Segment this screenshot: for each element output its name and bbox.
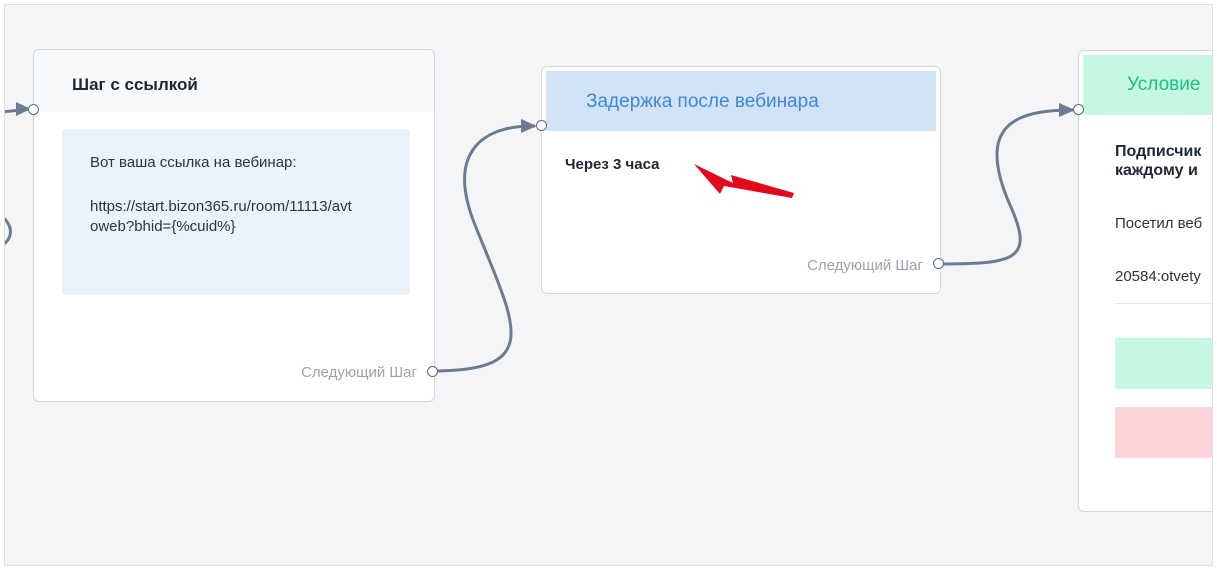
condition-heading: Подписчик каждому и <box>1115 142 1201 180</box>
condition-divider <box>1115 303 1212 304</box>
red-arrow-pointer-icon <box>694 164 794 198</box>
condition-step-input-port[interactable] <box>1073 104 1084 115</box>
delay-step-title: Задержка после вебинара <box>546 71 936 131</box>
wire-left-loop <box>5 217 12 246</box>
flow-canvas[interactable]: Шаг с ссылкой Вот ваша ссылка на вебинар… <box>4 4 1213 566</box>
message-link-part2: oweb?bhid={%cuid%} <box>90 218 236 235</box>
condition-value: 20584:otvety <box>1115 268 1201 285</box>
link-step-output-port[interactable] <box>427 366 438 377</box>
message-spacer <box>90 173 382 197</box>
delay-step-next-label: Следующий Шаг <box>807 257 923 274</box>
message-text: Вот ваша ссылка на вебинар: <box>90 154 297 171</box>
condition-description: Посетил веб <box>1115 215 1203 232</box>
wire-link-to-delay-arrowhead <box>521 119 537 133</box>
delay-step-input-port[interactable] <box>536 120 547 131</box>
link-step-message[interactable]: Вот ваша ссылка на вебинар: https://star… <box>62 129 410 295</box>
wire-link-to-delay <box>432 124 536 373</box>
link-step-title: Шаг с ссылкой <box>34 50 434 112</box>
delay-duration: Через 3 часа <box>565 156 660 173</box>
wire-delay-to-condition <box>938 108 1074 266</box>
message-link-part1: https://start.bizon365.ru/room/11113/avt <box>90 198 352 215</box>
link-step-input-port[interactable] <box>28 104 39 115</box>
link-step-node[interactable]: Шаг с ссылкой Вот ваша ссылка на вебинар… <box>33 49 435 402</box>
condition-heading-line2: каждому и <box>1115 162 1198 179</box>
condition-no-branch[interactable] <box>1115 407 1212 458</box>
delay-step-output-port[interactable] <box>933 258 944 269</box>
condition-yes-branch[interactable] <box>1115 338 1212 389</box>
condition-step-title: Условие <box>1083 55 1212 115</box>
link-step-next-label: Следующий Шаг <box>301 364 417 381</box>
condition-step-node[interactable]: Условие Подписчик каждому и Посетил веб … <box>1078 50 1212 512</box>
condition-heading-line1: Подписчик <box>1115 143 1202 160</box>
